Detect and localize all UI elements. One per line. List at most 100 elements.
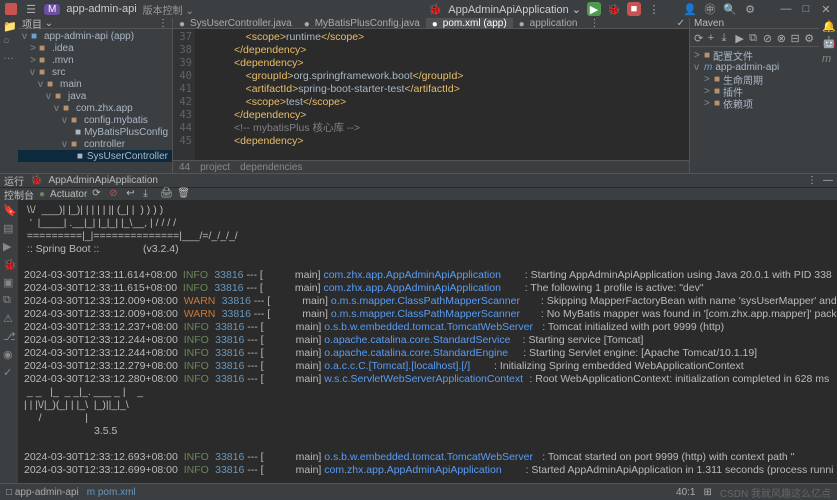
debug-tool-icon[interactable]: 🐞 (3, 258, 15, 270)
commit-tool-icon[interactable]: ○ (3, 35, 15, 47)
ai-assistant-icon[interactable]: 🤖 (822, 36, 834, 48)
settings-icon[interactable]: ⚙ (743, 2, 757, 16)
tree-item[interactable]: >■.idea (18, 42, 172, 54)
notifications-icon[interactable]: 🔔 (822, 20, 834, 32)
cursor-position[interactable]: 40:1 (676, 487, 695, 498)
vcs-icon[interactable]: ◉ (3, 348, 15, 360)
search-icon[interactable]: 🔍 (723, 2, 737, 16)
run-tool-icon[interactable]: ▶ (3, 240, 15, 252)
titlebar: ☰ M app-admin-api 版本控制 ⌄ 🐞 AppAdminApiAp… (0, 0, 837, 18)
close-window-icon[interactable]: ✕ (819, 2, 833, 16)
editor-tabs: ●SysUserController.java●MyBatisPlusConfi… (173, 18, 689, 29)
hamburger-icon[interactable]: ☰ (24, 2, 38, 16)
maven-skip-icon[interactable]: ⊗ (777, 32, 788, 44)
maven-tool-icon[interactable]: m (822, 52, 834, 64)
run-more-icon[interactable]: ⋮ (807, 175, 817, 186)
bookmarks-icon[interactable]: 🔖 (3, 204, 15, 216)
todo-icon[interactable]: ✓ (3, 366, 15, 378)
maximize-icon[interactable]: □ (799, 2, 813, 16)
maven-exec-icon[interactable]: ⧉ (749, 32, 760, 44)
run-left-gutter: 🔖 ▤ ▶ 🐞 ▣ ⧉ ⚠ ⎇ ◉ ✓ (0, 200, 18, 483)
problems-icon[interactable]: ⚠ (3, 312, 15, 324)
clear-icon[interactable]: 🗑 (177, 188, 189, 200)
maven-download-icon[interactable]: ⤓ (722, 32, 733, 44)
editor-breadcrumb: 44 project dependencies (173, 160, 689, 173)
maven-collapse-icon[interactable]: ⊟ (790, 32, 801, 44)
run-button[interactable]: ▶ (587, 2, 601, 16)
minimize-icon[interactable]: — (779, 2, 793, 16)
maven-settings-icon[interactable]: ⚙ (804, 32, 815, 44)
maven-toolbar: ⟳ + ⤓ ▶ ⧉ ⊘ ⊗ ⊟ ⚙ (690, 29, 819, 47)
project-tree: v■app-admin-api (app)>■.idea>■.mvnv■srcv… (18, 29, 172, 163)
run-hide-icon[interactable]: — (823, 175, 833, 186)
editor-body: 37 38 39 40 41 42 43 44 45 <scope>runtim… (173, 29, 689, 160)
print-icon[interactable]: 🖨 (160, 188, 172, 200)
tabs-more-icon[interactable]: ⋮ (583, 18, 605, 28)
stop-button[interactable]: ■ (627, 2, 641, 16)
maven-panel: Maven ⟳ + ⤓ ▶ ⧉ ⊘ ⊗ ⊟ ⚙ >■配置文件vmapp-admi… (689, 18, 819, 173)
run-config-dropdown[interactable]: AppAdminApiApplication ⌄ (448, 3, 581, 16)
tree-item[interactable]: v■src (18, 66, 172, 78)
editor-tab[interactable]: ●MyBatisPlusConfig.java (298, 18, 426, 28)
services-icon[interactable]: ⧉ (3, 294, 15, 306)
debug-button[interactable]: 🐞 (607, 2, 621, 16)
tree-item[interactable]: >■.mvn (18, 54, 172, 66)
main-area: 📁 ○ … 项目 ⌄ ⋮ v■app-admin-api (app)>■.ide… (0, 18, 837, 173)
run-header: 运行 🐞 AppAdminApiApplication ⋮ — (0, 174, 837, 187)
maven-item[interactable]: >■插件 (690, 85, 819, 97)
tree-item[interactable]: v■java (18, 90, 172, 102)
tree-item[interactable]: ■MyBatisPlusConfig (18, 126, 172, 138)
scroll-icon[interactable]: ⤓ (143, 188, 155, 200)
stop-run-icon[interactable]: ⊘ (109, 188, 121, 200)
sidebar-more-icon[interactable]: ⋮ (158, 18, 168, 29)
vcs-dropdown[interactable]: 版本控制 ⌄ (143, 2, 194, 17)
gutter-num: 44 (179, 162, 190, 173)
terminal-icon[interactable]: ▣ (3, 276, 15, 288)
app-icon (4, 2, 18, 16)
bug-small-icon: 🐞 (428, 2, 442, 16)
maven-item[interactable]: >■依赖项 (690, 97, 819, 109)
tree-item[interactable]: v■com.zhx.app (18, 102, 172, 114)
status-breadcrumb-1[interactable]: □ app-admin-api (6, 487, 79, 498)
maven-item[interactable]: >■生命周期 (690, 73, 819, 85)
tree-item[interactable]: v■main (18, 78, 172, 90)
rerun-icon[interactable]: ⟳ (92, 188, 104, 200)
git-icon[interactable]: ⎇ (3, 330, 15, 342)
translate-icon[interactable]: ㊥ (703, 2, 717, 16)
line-gutter: 37 38 39 40 41 42 43 44 45 (173, 29, 195, 160)
breadcrumb-project[interactable]: project (200, 162, 230, 173)
tab-actuator[interactable]: Actuator (50, 189, 87, 200)
right-toolbar: 🔔 🤖 m (819, 18, 837, 173)
project-tool-icon[interactable]: 📁 (3, 20, 15, 32)
code-area[interactable]: <scope>runtime</scope> </dependency> <de… (195, 29, 689, 160)
maven-run-icon[interactable]: ▶ (735, 32, 746, 44)
breadcrumb-dependencies[interactable]: dependencies (240, 162, 302, 173)
tree-item[interactable]: v■controller (18, 138, 172, 150)
tree-item[interactable]: v■config.mybatis (18, 114, 172, 126)
softwrap-icon[interactable]: ↩ (126, 188, 138, 200)
tree-item[interactable]: ■SysUserController (18, 150, 172, 162)
editor-tab[interactable]: ●SysUserController.java (173, 18, 298, 28)
run-output[interactable]: \\/ ___)| |_)| | | | | || (_| | ) ) ) ) … (18, 200, 837, 483)
maven-tree: >■配置文件vmapp-admin-api>■生命周期>■插件>■依赖项 (690, 47, 819, 111)
project-sidebar: 项目 ⌄ ⋮ v■app-admin-api (app)>■.idea>■.mv… (18, 18, 173, 173)
tree-item[interactable]: v■app-admin-api (app) (18, 30, 172, 42)
watermark: CSDN 我就风趣这么亿点 (720, 485, 831, 500)
maven-reload-icon[interactable]: ⟳ (694, 32, 705, 44)
structure-tool-icon[interactable]: … (3, 50, 15, 62)
run-subheader: 控制台 ● Actuator ⟳ ⊘ ↩ ⤓ 🖨 🗑 (0, 187, 837, 200)
maven-toggle-offline-icon[interactable]: ⊘ (763, 32, 774, 44)
editor-tab[interactable]: ●pom.xml (app) (426, 18, 513, 28)
svg-text:m: m (822, 53, 831, 64)
run-panel: 运行 🐞 AppAdminApiApplication ⋮ — 控制台 ● Ac… (0, 173, 837, 483)
editor-check-icon[interactable]: ✓ (673, 18, 689, 29)
layers-icon[interactable]: ▤ (3, 222, 15, 234)
more-icon[interactable]: ⋮ (647, 2, 661, 16)
status-breadcrumb-2[interactable]: m pom.xml (87, 487, 136, 498)
editor-tab[interactable]: ●application (513, 18, 584, 28)
maven-generate-icon[interactable]: + (708, 32, 719, 44)
cwm-icon[interactable]: 👤 (683, 2, 697, 16)
run-config-label: AppAdminApiApplication (48, 175, 158, 186)
maven-item[interactable]: >■配置文件 (690, 49, 819, 61)
project-name[interactable]: app-admin-api (66, 3, 136, 15)
